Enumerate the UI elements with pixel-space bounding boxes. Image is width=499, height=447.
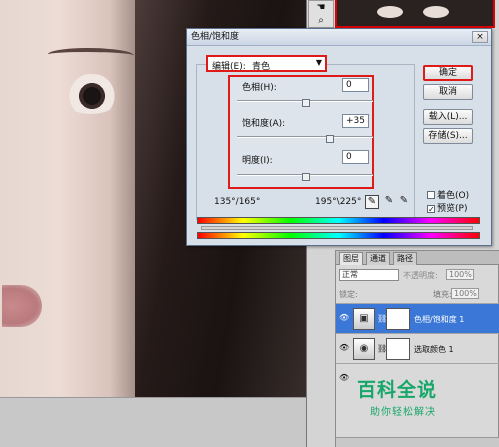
watermark-subtitle: 助你轻松解决	[370, 407, 436, 418]
lightness-label: 明度(I):	[242, 156, 273, 166]
checkbox-box	[427, 191, 435, 199]
visibility-eye-icon[interactable]: 👁	[339, 373, 349, 383]
zoom-icon[interactable]: ⌕	[309, 14, 333, 27]
lightness-input[interactable]: 0	[342, 150, 369, 164]
eyedropper-minus-icon[interactable]: ✎	[397, 195, 411, 209]
layer-name[interactable]: 色相/饱和度 1	[414, 314, 464, 325]
preview-checkbox[interactable]: ✓ 预览(P)	[427, 201, 467, 214]
hue-input[interactable]: 0	[342, 78, 369, 92]
lock-label: 锁定:	[339, 290, 358, 299]
layer-mask-thumbnail[interactable]	[386, 308, 410, 330]
preview-label: 预览(P)	[437, 204, 468, 214]
visibility-eye-icon[interactable]: 👁	[339, 313, 349, 323]
eyedropper-plus-icon[interactable]: ✎	[382, 195, 396, 209]
layer-mask-thumbnail[interactable]	[386, 338, 410, 360]
fill-label: 填充:	[433, 290, 452, 299]
photo-lips	[2, 285, 42, 327]
navigator-thumbnail[interactable]	[335, 0, 495, 28]
range-right-degrees: 195°\225°	[315, 197, 362, 207]
watermark-logo: 百科全说 助你轻松解决	[357, 375, 455, 423]
adjustment-layer-icon: ▣	[353, 308, 375, 330]
chevron-down-icon: ▼	[315, 58, 322, 67]
opacity-label: 不透明度:	[403, 271, 438, 280]
layers-footer-toolbar[interactable]	[336, 437, 499, 447]
edit-range-select[interactable]: 编辑(E): 青色 ▼	[206, 55, 327, 72]
opacity-input[interactable]: 100%	[446, 269, 474, 280]
ok-button[interactable]: 确定	[423, 65, 473, 81]
tab-channels[interactable]: 通道	[366, 252, 390, 265]
lightness-slider-handle[interactable]	[301, 172, 310, 181]
tab-paths[interactable]: 路径	[393, 252, 417, 265]
saturation-label: 饱和度(A):	[242, 119, 286, 129]
color-range-slider[interactable]	[201, 226, 473, 230]
canvas-scroll-area[interactable]	[0, 397, 306, 447]
colorize-checkbox[interactable]: 着色(O)	[427, 188, 469, 201]
layer-name[interactable]: 选取颜色 1	[414, 344, 454, 355]
eyedropper-icon[interactable]: ✎	[365, 195, 379, 209]
range-left-degrees: 135°/165°	[214, 197, 261, 207]
saturation-slider-track[interactable]	[237, 136, 373, 138]
load-button[interactable]: 载入(L)...	[423, 109, 473, 125]
layer-row[interactable]: 👁 ▣ ⛓ 色相/饱和度 1	[336, 303, 499, 333]
visibility-eye-icon[interactable]: 👁	[339, 343, 349, 353]
cancel-button[interactable]: 取消	[423, 84, 473, 100]
edit-label: 编辑(E):	[212, 62, 246, 72]
save-button[interactable]: 存储(S)...	[423, 128, 473, 144]
fill-input[interactable]: 100%	[451, 288, 479, 299]
hue-label: 色相(H):	[242, 83, 277, 93]
blend-mode-select[interactable]: 正常	[339, 269, 399, 281]
adjustment-layer-icon: ◉	[353, 338, 375, 360]
tool-strip[interactable]: ☚ ⌕	[308, 0, 334, 28]
hand-icon[interactable]: ☚	[309, 1, 333, 14]
checkmark-icon: ✓	[427, 205, 435, 214]
colorize-label: 着色(O)	[437, 191, 470, 201]
tab-layers[interactable]: 图层	[339, 252, 363, 265]
workspace: ☚ ⌕ 色相/饱和度 × 编辑(E): 青色 ▼ 色相(H): 0 饱和度(A)…	[0, 0, 499, 447]
saturation-slider-handle[interactable]	[325, 134, 335, 143]
edit-value: 青色	[252, 62, 271, 72]
output-color-bar	[197, 232, 480, 239]
hue-saturation-dialog: 色相/饱和度 × 编辑(E): 青色 ▼ 色相(H): 0 饱和度(A): +3…	[186, 28, 492, 246]
thumbnail-eye	[377, 6, 403, 18]
hue-slider-handle[interactable]	[301, 98, 310, 107]
photo-eyebrow	[48, 48, 134, 62]
input-color-bar	[197, 217, 480, 224]
photo-eye	[60, 74, 122, 114]
layer-row[interactable]: 👁 ◉ ⛓ 选取颜色 1	[336, 333, 499, 363]
close-button[interactable]: ×	[472, 31, 488, 43]
thumbnail-eye	[423, 6, 449, 18]
layers-panel-tabs: 图层 通道 路径	[336, 251, 499, 265]
dialog-title: 色相/饱和度	[187, 29, 491, 46]
saturation-input[interactable]: +35	[342, 114, 369, 128]
watermark-title: 百科全说	[357, 379, 438, 401]
